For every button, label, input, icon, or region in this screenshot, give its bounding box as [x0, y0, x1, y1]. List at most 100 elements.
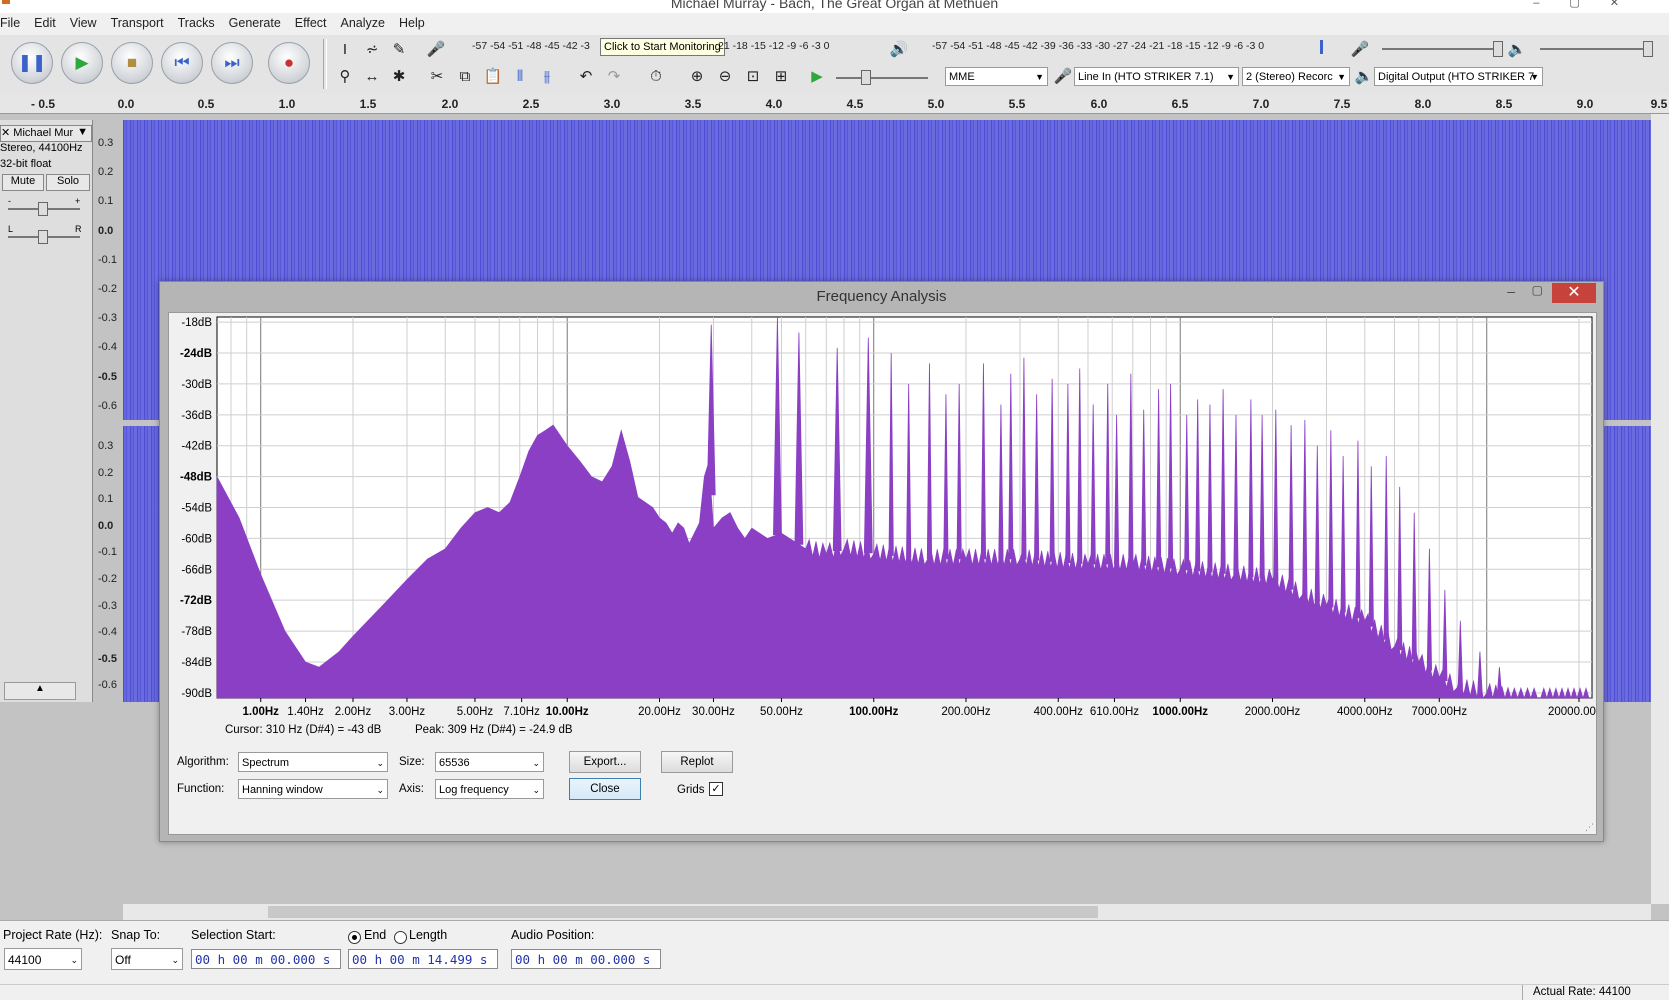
axis-select[interactable]: Log frequency ⌄	[435, 779, 544, 799]
copy-icon[interactable]: ⧉	[454, 65, 476, 87]
minimize-icon[interactable]: –	[1533, 0, 1569, 9]
fit-selection-icon[interactable]: ⊡	[742, 65, 764, 87]
envelope-tool-icon[interactable]: ⩫	[361, 38, 383, 60]
horizontal-scroll-thumb[interactable]	[268, 906, 1098, 918]
undo-icon[interactable]: ↶	[575, 65, 597, 87]
play-speed-thumb[interactable]	[861, 70, 871, 85]
end-radio[interactable]	[348, 931, 361, 944]
menu-file[interactable]: File	[0, 13, 20, 30]
track-name[interactable]: Michael Mur	[13, 127, 73, 139]
menu-help[interactable]: Help	[399, 13, 425, 30]
toolbar: ❚❚ ▶ ■ ⏮ ⏭ ● I ⩫ ✎ ⚲ ↔ ✱ 🎤 -57 -54 -51 -…	[0, 35, 1669, 94]
record-meter-icon[interactable]: 🎤	[425, 38, 447, 60]
stop-button[interactable]: ■	[111, 42, 153, 84]
play-meter-icon[interactable]: 🔊	[888, 38, 910, 60]
play-at-speed-icon[interactable]: ▶	[806, 65, 828, 87]
maximize-icon[interactable]: ▢	[1569, 0, 1609, 9]
ruler-label: - 0.5	[30, 97, 56, 111]
y-tick-label: -90dB	[181, 688, 212, 700]
menu-analyze[interactable]: Analyze	[341, 13, 385, 30]
track-name-bar[interactable]: ✕ Michael Mur ▼	[0, 125, 92, 142]
replot-button[interactable]: Replot	[661, 751, 733, 773]
close-icon[interactable]: ✕	[1610, 0, 1649, 9]
menu-transport[interactable]: Transport	[111, 13, 164, 30]
collapse-track-button[interactable]: ▲	[4, 682, 76, 700]
algorithm-select[interactable]: Spectrum ⌄	[238, 752, 388, 772]
ruler-label: 3.5	[684, 97, 702, 111]
horizontal-scrollbar[interactable]	[123, 904, 1651, 920]
audio-position-time[interactable]: 00 h 00 m 00.000 s	[511, 949, 661, 969]
channels-select[interactable]: 2 (Stereo) Recorc ▼	[1242, 67, 1350, 86]
zoom-out-icon[interactable]: ⊖	[714, 65, 736, 87]
resize-grip-icon[interactable]: ⋰	[1585, 822, 1594, 833]
export-button[interactable]: Export...	[569, 751, 641, 773]
input-device-select[interactable]: Line In (HTO STRIKER 7.1) ▼	[1074, 67, 1239, 86]
solo-button[interactable]: Solo	[46, 174, 90, 191]
grids-label: Grids	[677, 784, 705, 796]
play-button[interactable]: ▶	[61, 42, 103, 84]
project-rate-select[interactable]: 44100 ⌄	[4, 948, 82, 970]
skip-end-button[interactable]: ⏭	[211, 42, 253, 84]
timeshift-tool-icon[interactable]: ↔	[361, 65, 383, 87]
fit-project-icon[interactable]: ⊞	[770, 65, 792, 87]
menu-generate[interactable]: Generate	[229, 13, 281, 30]
record-button[interactable]: ●	[268, 42, 310, 84]
track-control-panel[interactable]: ✕ Michael Mur ▼ Stereo, 44100Hz 32-bit f…	[0, 120, 93, 702]
snap-to-select[interactable]: Off ⌄	[111, 948, 183, 970]
dialog-body: -18dB -24dB -30dB -36dB -42dB -48dB -54dB -60dB…	[168, 312, 1597, 835]
output-device-select[interactable]: Digital Output (HTO STRIKER 7 ▼	[1374, 67, 1543, 86]
y-tick-label: -60dB	[181, 533, 212, 545]
track-menu-chevron-icon[interactable]: ▼	[77, 126, 88, 138]
cursor-readout: Cursor: 310 Hz (D#4) = -43 dB	[225, 724, 382, 736]
selection-tool-icon[interactable]: I	[334, 38, 356, 60]
zoom-in-icon[interactable]: ⊕	[686, 65, 708, 87]
length-radio[interactable]	[394, 931, 407, 944]
output-device-icon: 🔈	[1354, 68, 1374, 85]
timeline-ruler[interactable]: - 0.5 0.0 0.5 1.0 1.5 2.0 2.5 3.0 3.5 4.…	[0, 93, 1669, 114]
dialog-close-icon[interactable]: ✕	[1552, 283, 1596, 303]
menu-edit[interactable]: Edit	[34, 13, 56, 30]
window-controls[interactable]: –▢✕	[1533, 0, 1649, 9]
output-volume-slider[interactable]	[1540, 48, 1652, 50]
skip-start-button[interactable]: ⏮	[161, 42, 203, 84]
x-tick-label: 3.00Hz	[389, 706, 426, 718]
mute-button[interactable]: Mute	[2, 174, 44, 191]
draw-tool-icon[interactable]: ✎	[388, 38, 410, 60]
monitor-tooltip[interactable]: Click to Start Monitoring	[600, 38, 725, 56]
vertical-scrollbar[interactable]	[1651, 114, 1669, 904]
input-volume-thumb[interactable]	[1493, 41, 1503, 57]
paste-icon[interactable]: 📋	[482, 65, 504, 87]
app-icon	[2, 0, 10, 4]
close-button[interactable]: Close	[569, 778, 641, 800]
play-meter-scale: -57 -54 -51 -48 -45 -42 -39 -36 -33 -30 …	[932, 40, 1265, 52]
spectrum-plot[interactable]: -18dB -24dB -30dB -36dB -42dB -48dB -54dB -60dB…	[169, 313, 1596, 723]
trim-icon[interactable]: ⫴	[509, 65, 531, 87]
grids-checkbox[interactable]: ✓	[709, 782, 723, 796]
dialog-maximize-icon[interactable]: ▢	[1532, 283, 1543, 297]
menu-tracks[interactable]: Tracks	[178, 13, 215, 30]
function-select[interactable]: Hanning window ⌄	[238, 779, 388, 799]
dialog-minimize-icon[interactable]: –	[1507, 283, 1515, 299]
x-tick-label: 100.00Hz	[849, 706, 898, 718]
track-close-icon[interactable]: ✕	[1, 127, 10, 139]
amplitude-label: -0.2	[98, 283, 117, 295]
host-select[interactable]: MME ▼	[945, 67, 1048, 86]
silence-icon[interactable]: ⫵	[536, 65, 558, 87]
pan-slider-thumb[interactable]	[38, 230, 48, 244]
title-bar: Michael Murray - Bach, The Great Organ a…	[0, 0, 1669, 13]
menu-effect[interactable]: Effect	[295, 13, 327, 30]
output-volume-thumb[interactable]	[1643, 41, 1653, 57]
menu-view[interactable]: View	[70, 13, 97, 30]
play-speed-slider[interactable]	[836, 77, 928, 79]
selection-end-time[interactable]: 00 h 00 m 14.499 s	[348, 949, 498, 969]
size-select[interactable]: 65536 ⌄	[435, 752, 544, 772]
gain-slider-thumb[interactable]	[38, 202, 48, 216]
sync-lock-icon[interactable]: ⏱	[645, 65, 667, 87]
multi-tool-icon[interactable]: ✱	[388, 65, 410, 87]
input-volume-slider[interactable]	[1382, 48, 1500, 50]
cut-icon[interactable]: ✂	[426, 65, 448, 87]
selection-start-time[interactable]: 00 h 00 m 00.000 s	[191, 949, 341, 969]
zoom-tool-icon[interactable]: ⚲	[334, 65, 356, 87]
redo-icon[interactable]: ↷	[603, 65, 625, 87]
pause-button[interactable]: ❚❚	[11, 42, 53, 84]
